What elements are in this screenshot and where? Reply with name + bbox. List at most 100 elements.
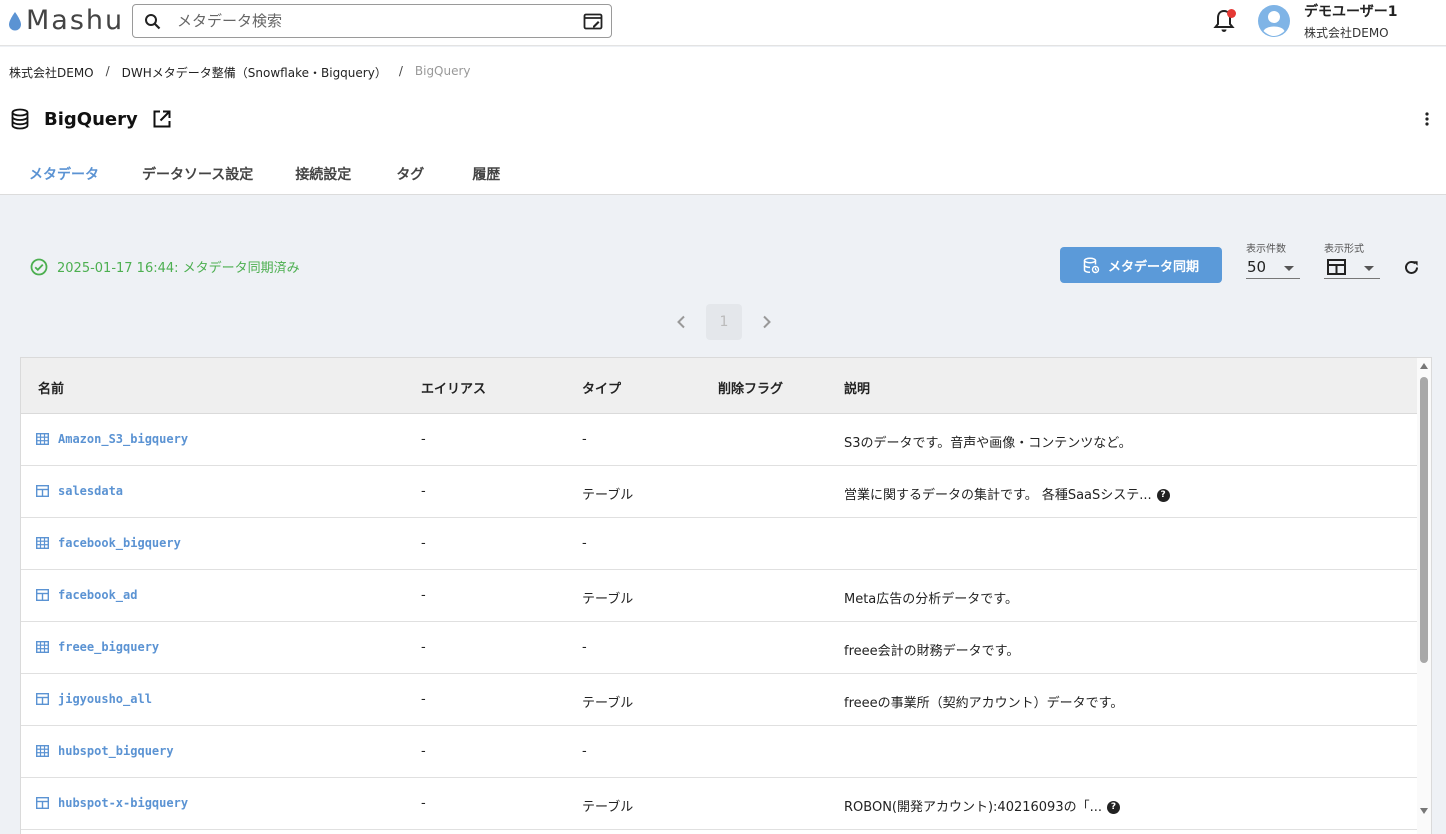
row-description: S3のデータです。音声や画像・コンテンツなど。	[844, 432, 1132, 451]
table-scrollbar[interactable]	[1417, 358, 1431, 834]
metadata-sync-button[interactable]: メタデータ同期	[1060, 247, 1222, 283]
per-page-label: 表示件数	[1246, 244, 1286, 255]
grid-table-icon	[36, 433, 49, 445]
metadata-table: 名前 エイリアス タイプ 削除フラグ 説明 Amazon_S3_bigquery…	[20, 357, 1432, 834]
row-name-cell[interactable]: freee_bigquery	[36, 640, 159, 654]
row-name-link[interactable]: freee_bigquery	[58, 640, 159, 654]
app-logo-text: Mashu	[26, 5, 125, 36]
database-sync-icon	[1083, 257, 1100, 273]
table-header: 名前 エイリアス タイプ 削除フラグ 説明	[21, 358, 1417, 414]
refresh-icon[interactable]	[1403, 259, 1420, 276]
breadcrumb: 株式会社DEMO / DWHメタデータ整備（Snowflake・Bigquery…	[9, 64, 471, 81]
row-name-link[interactable]: Amazon_S3_bigquery	[58, 432, 188, 446]
row-type: テーブル	[582, 800, 634, 815]
row-description-text: freee会計の財務データです。	[844, 644, 1020, 659]
water-drop-icon	[9, 12, 21, 31]
breadcrumb-separator: /	[105, 64, 110, 78]
row-name-link[interactable]: facebook_bigquery	[58, 536, 181, 550]
row-description: freee会計の財務データです。	[844, 640, 1019, 659]
table-row[interactable]: hubspot-x-bigquery - テーブル ROBON(開発アカウント):40…	[21, 778, 1417, 830]
row-description-text: S3のデータです。音声や画像・コンテンツなど。	[844, 436, 1132, 451]
row-name-link[interactable]: jigyousho_all	[58, 692, 152, 706]
view-format-select[interactable]	[1324, 257, 1380, 279]
row-alias: -	[421, 432, 426, 447]
row-name-cell[interactable]: salesdata	[36, 484, 123, 498]
scroll-up-arrow[interactable]	[1420, 363, 1428, 369]
row-type: -	[582, 640, 587, 655]
row-name-link[interactable]: hubspot-x-bigquery	[58, 796, 188, 810]
row-name-cell[interactable]: hubspot-x-bigquery	[36, 796, 188, 810]
row-name-link[interactable]: hubspot_bigquery	[58, 744, 174, 758]
table-icon	[36, 589, 49, 601]
page-header: 株式会社DEMO / DWHメタデータ整備（Snowflake・Bigquery…	[0, 47, 1446, 195]
tab-metadata[interactable]: メタデータ	[29, 159, 99, 184]
previous-page-button[interactable]	[670, 311, 692, 333]
grid-table-icon	[36, 745, 49, 757]
row-alias: -	[421, 692, 426, 707]
row-type: -	[582, 536, 587, 551]
help-icon[interactable]: ?	[1107, 801, 1121, 814]
table-icon	[36, 485, 49, 497]
row-name-cell[interactable]: facebook_bigquery	[36, 536, 181, 550]
row-type: テーブル	[582, 696, 634, 711]
notification-badge	[1227, 9, 1236, 18]
row-description-text: freeeの事業所（契約アカウント）データです。	[844, 696, 1124, 711]
grid-table-icon	[36, 641, 49, 653]
tab-tags[interactable]: タグ	[396, 159, 424, 184]
table-icon	[36, 693, 49, 705]
title-row: BigQuery	[10, 107, 172, 131]
page-title: BigQuery	[44, 108, 138, 130]
table-row[interactable]: facebook_bigquery - -	[21, 518, 1417, 570]
table-row[interactable]: facebook_ad - テーブル Meta広告の分析データです。	[21, 570, 1417, 622]
row-description-text: 営業に関するデータの集計です。 各種SaaSシステ...	[844, 488, 1152, 503]
edit-search-icon[interactable]	[583, 12, 603, 31]
tab-connection-settings[interactable]: 接続設定	[295, 159, 351, 184]
row-alias: -	[421, 796, 426, 811]
row-type: テーブル	[582, 592, 634, 607]
per-page-select[interactable]: 50	[1246, 257, 1300, 279]
row-alias: -	[421, 744, 426, 759]
more-options-icon[interactable]	[1421, 111, 1433, 127]
open-external-icon[interactable]	[152, 109, 172, 129]
next-page-button[interactable]	[756, 311, 778, 333]
column-header-type[interactable]: タイプ	[582, 378, 621, 397]
row-description: 営業に関するデータの集計です。 各種SaaSシステ...?	[844, 484, 1170, 503]
table-row[interactable]: freee_bigquery - - freee会計の財務データです。	[21, 622, 1417, 674]
grid-table-icon	[36, 537, 49, 549]
row-description-text: ROBON(開発アカウント):40216093の「...	[844, 800, 1103, 815]
table-row[interactable]: Amazon_S3_bigquery - - S3のデータです。音声や画像・コンテンツ…	[21, 414, 1417, 466]
scroll-down-arrow[interactable]	[1420, 808, 1428, 814]
row-name-cell[interactable]: hubspot_bigquery	[36, 744, 174, 758]
user-avatar-icon[interactable]	[1257, 4, 1291, 38]
column-header-name[interactable]: 名前	[38, 378, 64, 397]
row-name-cell[interactable]: jigyousho_all	[36, 692, 152, 706]
table-row[interactable]: salesdata - テーブル 営業に関するデータの集計です。 各種SaaSシステ.…	[21, 466, 1417, 518]
app-logo[interactable]: Mashu	[8, 5, 124, 37]
user-company: 株式会社DEMO	[1304, 26, 1389, 40]
scroll-thumb[interactable]	[1420, 377, 1428, 663]
tab-history[interactable]: 履歴	[472, 159, 500, 184]
user-name[interactable]: デモユーザー1	[1304, 1, 1397, 21]
row-description-text: Meta広告の分析データです。	[844, 592, 1018, 607]
table-row[interactable]: hubspot_bigquery - -	[21, 726, 1417, 778]
column-header-deleted[interactable]: 削除フラグ	[718, 378, 783, 397]
breadcrumb-item[interactable]: DWHメタデータ整備（Snowflake・Bigquery）	[122, 64, 387, 81]
column-header-alias[interactable]: エイリアス	[421, 378, 486, 397]
help-icon[interactable]: ?	[1156, 489, 1170, 502]
page-number-button[interactable]: 1	[706, 304, 742, 340]
view-format-label: 表示形式	[1324, 244, 1364, 255]
row-type: -	[582, 432, 587, 447]
table-row[interactable]: jigyousho_all - テーブル freeeの事業所（契約アカウント）データで…	[21, 674, 1417, 726]
tab-datasource-settings[interactable]: データソース設定	[142, 159, 253, 184]
breadcrumb-item[interactable]: 株式会社DEMO	[9, 64, 94, 81]
row-name-link[interactable]: facebook_ad	[58, 588, 137, 602]
row-name-link[interactable]: salesdata	[58, 484, 123, 498]
row-alias: -	[421, 536, 426, 551]
search-box[interactable]	[132, 4, 612, 38]
database-icon	[11, 108, 29, 130]
row-name-cell[interactable]: facebook_ad	[36, 588, 137, 602]
search-input[interactable]	[177, 9, 567, 33]
row-name-cell[interactable]: Amazon_S3_bigquery	[36, 432, 188, 446]
chevron-down-icon	[1284, 266, 1294, 271]
column-header-description[interactable]: 説明	[844, 378, 870, 397]
